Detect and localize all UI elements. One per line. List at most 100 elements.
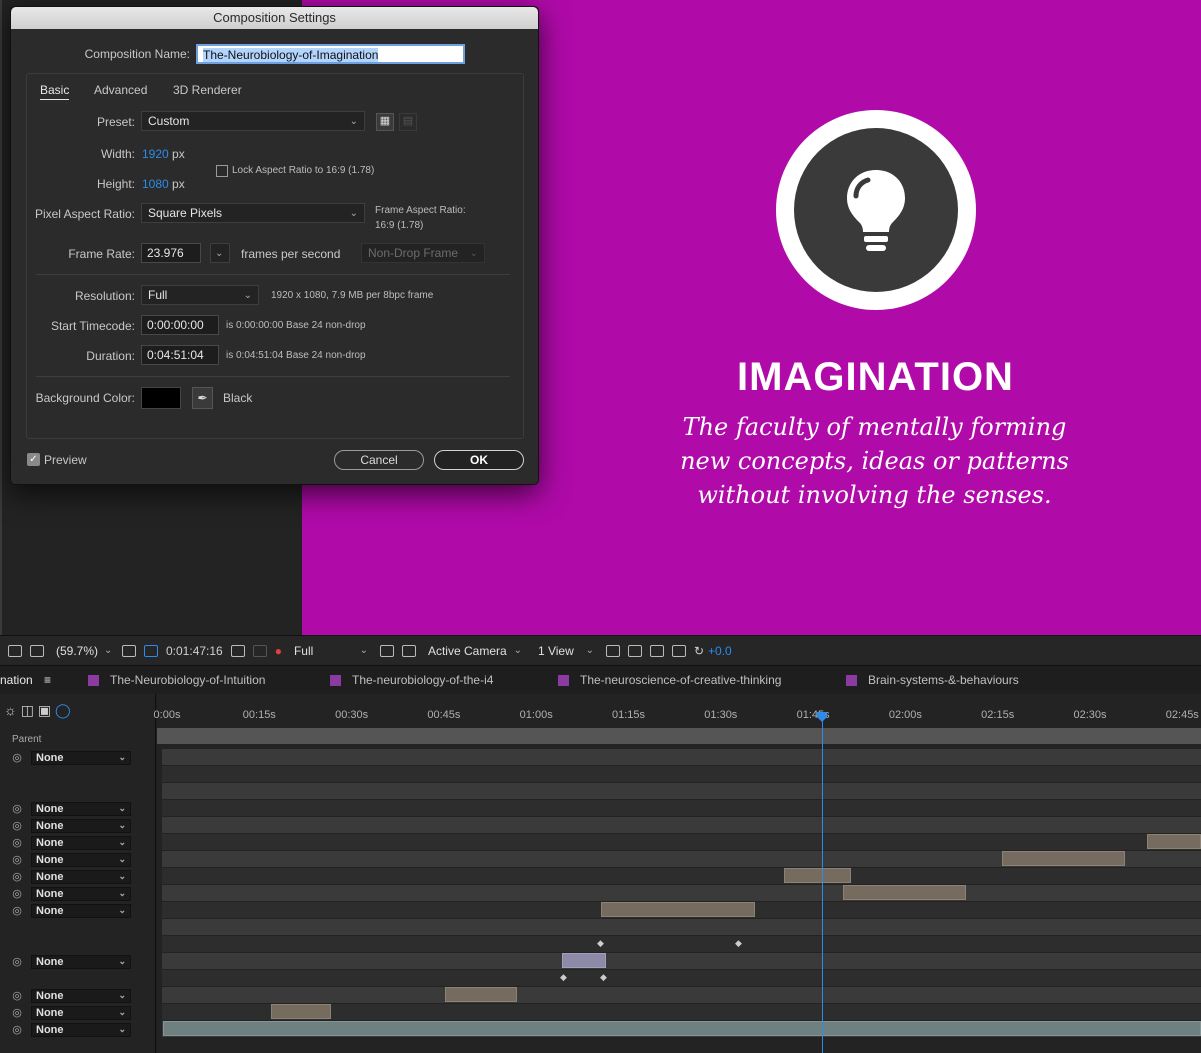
tab-advanced[interactable]: Advanced <box>94 83 147 97</box>
flowchart-icon[interactable] <box>671 644 686 657</box>
time-ruler[interactable]: 0:00s 00:15s 00:30s 00:45s 01:00s 01:15s 01:30… <box>154 700 1201 724</box>
tab-brain-systems[interactable]: Brain-systems-&-behaviours <box>846 673 1019 687</box>
pick-whip-icon[interactable]: ◎ <box>11 1006 23 1019</box>
monitor-icon[interactable] <box>30 644 44 657</box>
layer-clip-bar[interactable] <box>1002 851 1125 866</box>
timeline-icon[interactable] <box>649 644 664 657</box>
pick-whip-icon[interactable]: ◎ <box>11 819 23 832</box>
layer-clip-bar[interactable] <box>562 953 606 968</box>
current-time-indicator[interactable] <box>822 714 823 1053</box>
region-icon[interactable] <box>379 644 394 657</box>
fast-previews-icon[interactable] <box>627 644 642 657</box>
pick-whip-icon[interactable]: ◎ <box>11 802 23 815</box>
parent-select[interactable]: None ⌄ <box>31 750 131 765</box>
parent-select[interactable]: None ⌄ <box>31 1005 131 1020</box>
timeline-row[interactable] <box>162 970 1201 986</box>
start-timecode-input[interactable]: 0:00:00:00 <box>141 315 219 335</box>
preview-checkbox[interactable]: ✓ <box>27 453 40 466</box>
pick-whip-icon[interactable]: ◎ <box>11 870 23 883</box>
layer-clip-bar[interactable] <box>271 1004 331 1019</box>
timeline-row[interactable] <box>162 834 1201 850</box>
tab-creative-thinking[interactable]: The-neuroscience-of-creative-thinking <box>558 673 781 687</box>
transparency-grid-icon[interactable] <box>401 644 416 657</box>
region-of-interest-icon[interactable] <box>144 644 158 657</box>
bg-color-swatch[interactable] <box>141 387 181 409</box>
zoom-select[interactable]: (59.7%) ⌄ <box>50 642 116 660</box>
pick-whip-icon[interactable]: ◎ <box>11 887 23 900</box>
parent-select[interactable]: None ⌄ <box>31 903 131 918</box>
height-field[interactable]: 1080 px <box>142 177 185 191</box>
duration-input[interactable]: 0:04:51:04 <box>141 345 219 365</box>
delete-preset-icon[interactable]: ▤ <box>399 113 417 131</box>
timeline-row[interactable] <box>162 987 1201 1003</box>
timeline-row[interactable] <box>162 936 1201 952</box>
pick-whip-icon[interactable]: ◎ <box>11 989 23 1002</box>
layer-clip-bar[interactable] <box>445 987 517 1002</box>
timeline-row[interactable] <box>162 783 1201 799</box>
tab-intuition[interactable]: The-Neurobiology-of-Intuition <box>88 673 265 687</box>
preset-select[interactable]: Custom ⌄ <box>141 111 365 131</box>
preview-toggle-icon[interactable] <box>8 644 22 657</box>
tab-active-composition[interactable]: nation ≡ <box>0 673 51 687</box>
pick-whip-icon[interactable]: ◎ <box>11 751 23 764</box>
comp-name-input[interactable]: The-Neurobiology-of-Imagination <box>196 44 465 64</box>
pixel-aspect-select[interactable]: Square Pixels ⌄ <box>141 203 365 223</box>
frame-rate-dropdown[interactable]: ⌄ <box>210 243 230 263</box>
reset-exposure-icon[interactable]: ↻ <box>694 644 704 658</box>
pick-whip-icon[interactable]: ◎ <box>11 836 23 849</box>
parent-select[interactable]: None ⌄ <box>31 835 131 850</box>
timeline-row[interactable] <box>162 817 1201 833</box>
exposure-value[interactable]: +0.0 <box>708 644 732 658</box>
frame-rate-input[interactable]: 23.976 <box>141 243 201 263</box>
resolution-select[interactable]: Full ⌄ <box>288 642 374 660</box>
timeline-switch-icons[interactable]: ☼ ◫ ▣ ◯ <box>4 702 71 719</box>
timeline-row[interactable] <box>162 800 1201 816</box>
parent-select[interactable]: None ⌄ <box>31 988 131 1003</box>
lock-aspect-checkbox[interactable] <box>216 165 228 177</box>
timeline-row[interactable] <box>162 953 1201 969</box>
current-time[interactable]: 0:01:47:16 <box>166 644 223 658</box>
timeline-row[interactable] <box>162 766 1201 782</box>
toggle-pixel-aspect-icon[interactable] <box>605 644 620 657</box>
timeline-row[interactable] <box>162 749 1201 765</box>
timeline-row[interactable] <box>162 885 1201 901</box>
pick-whip-icon[interactable]: ◎ <box>11 1023 23 1036</box>
view-layout-select[interactable]: 1 View ⌄ <box>532 642 600 660</box>
keyframe-icon[interactable]: ◆ <box>735 938 742 949</box>
safe-zones-icon[interactable] <box>122 644 136 657</box>
snapshot-icon[interactable] <box>252 644 267 657</box>
keyframe-icon[interactable]: ◆ <box>560 972 567 983</box>
parent-select[interactable]: None ⌄ <box>31 801 131 816</box>
ok-button[interactable]: OK <box>434 450 524 470</box>
parent-select[interactable]: None ⌄ <box>31 954 131 969</box>
parent-select[interactable]: None ⌄ <box>31 852 131 867</box>
layer-clip-bar[interactable] <box>601 902 755 917</box>
work-area-bar[interactable] <box>157 728 1201 744</box>
pick-whip-icon[interactable]: ◎ <box>11 955 23 968</box>
parent-select[interactable]: None ⌄ <box>31 869 131 884</box>
tab-basic[interactable]: Basic <box>40 83 70 100</box>
camera-icon[interactable] <box>230 644 245 657</box>
timeline-row[interactable] <box>162 919 1201 935</box>
parent-select[interactable]: None ⌄ <box>31 886 131 901</box>
tab-i4[interactable]: The-neurobiology-of-the-i4 <box>330 673 493 687</box>
tab-3d-renderer[interactable]: 3D Renderer <box>173 83 242 97</box>
layer-clip-bar[interactable] <box>1147 834 1201 849</box>
layer-clip-bar[interactable] <box>843 885 966 900</box>
parent-select[interactable]: None ⌄ <box>31 818 131 833</box>
width-field[interactable]: 1920 px <box>142 147 185 161</box>
parent-select[interactable]: None ⌄ <box>31 1022 131 1037</box>
keyframe-icon[interactable]: ◆ <box>600 972 607 983</box>
cancel-button[interactable]: Cancel <box>334 450 424 470</box>
keyframe-icon[interactable]: ◆ <box>597 938 604 949</box>
layer-clip-bar[interactable] <box>163 1021 1201 1036</box>
save-preset-icon[interactable]: ▦ <box>376 113 394 131</box>
pick-whip-icon[interactable]: ◎ <box>11 853 23 866</box>
eyedropper-icon[interactable]: ✒ <box>192 387 213 409</box>
camera-select[interactable]: Active Camera ⌄ <box>422 642 528 660</box>
layer-clip-bar[interactable] <box>784 868 851 883</box>
timeline-graph[interactable]: 0:00s 00:15s 00:30s 00:45s 01:00s 01:15s 01:30… <box>154 694 1201 1053</box>
color-channels-icon[interactable]: ● <box>275 644 282 658</box>
timeline-row[interactable] <box>162 868 1201 884</box>
pick-whip-icon[interactable]: ◎ <box>11 904 23 917</box>
